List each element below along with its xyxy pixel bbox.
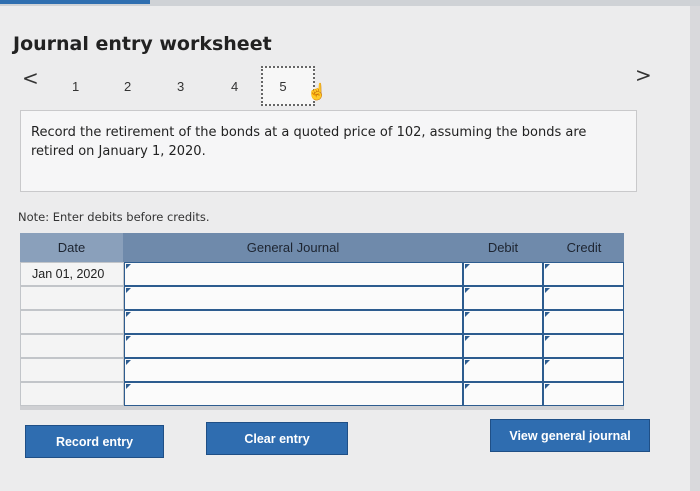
header-credit: Credit bbox=[566, 240, 602, 255]
view-general-journal-button[interactable]: View general journal bbox=[490, 419, 650, 452]
date-cell bbox=[20, 334, 124, 358]
table-row bbox=[20, 286, 624, 310]
credit-input[interactable] bbox=[543, 262, 624, 286]
hand-pointer-icon: ☝ bbox=[307, 84, 327, 101]
account-input[interactable] bbox=[124, 286, 463, 310]
dropdown-marker-icon bbox=[465, 384, 470, 389]
date-cell bbox=[20, 310, 124, 334]
dropdown-marker-icon bbox=[545, 336, 550, 341]
account-input[interactable] bbox=[124, 262, 463, 286]
date-cell bbox=[20, 286, 124, 310]
step-3[interactable]: 3 bbox=[177, 79, 184, 94]
dropdown-marker-icon bbox=[545, 360, 550, 365]
credit-input[interactable] bbox=[543, 334, 624, 358]
dropdown-marker-icon bbox=[545, 288, 550, 293]
dropdown-marker-icon bbox=[465, 336, 470, 341]
dropdown-marker-icon bbox=[126, 264, 131, 269]
credit-input[interactable] bbox=[543, 286, 624, 310]
credit-input[interactable] bbox=[543, 310, 624, 334]
dropdown-marker-icon bbox=[126, 384, 131, 389]
credit-input[interactable] bbox=[543, 358, 624, 382]
date-cell bbox=[20, 358, 124, 382]
instruction-box: Record the retirement of the bonds at a … bbox=[20, 110, 637, 192]
account-input[interactable] bbox=[124, 358, 463, 382]
dropdown-marker-icon bbox=[126, 312, 131, 317]
dropdown-marker-icon bbox=[465, 264, 470, 269]
journal-table: Date General Journal Debit Credit Jan 01… bbox=[20, 233, 624, 410]
clear-entry-button[interactable]: Clear entry bbox=[206, 422, 348, 455]
table-row: Jan 01, 2020 bbox=[20, 262, 624, 286]
dropdown-marker-icon bbox=[126, 336, 131, 341]
chevron-right-icon[interactable]: > bbox=[635, 63, 652, 87]
step-2[interactable]: 2 bbox=[124, 79, 131, 94]
top-accent-bar bbox=[0, 0, 150, 4]
account-input[interactable] bbox=[124, 382, 463, 406]
note-text: Note: Enter debits before credits. bbox=[18, 210, 210, 224]
instruction-text: Record the retirement of the bonds at a … bbox=[31, 125, 587, 159]
header-date: Date bbox=[20, 233, 123, 262]
chevron-left-icon[interactable]: < bbox=[22, 66, 39, 90]
table-row bbox=[20, 358, 624, 382]
dropdown-marker-icon bbox=[465, 288, 470, 293]
account-input[interactable] bbox=[124, 334, 463, 358]
debit-input[interactable] bbox=[463, 286, 543, 310]
dropdown-marker-icon bbox=[126, 288, 131, 293]
dropdown-marker-icon bbox=[126, 360, 131, 365]
dropdown-marker-icon bbox=[545, 312, 550, 317]
date-cell: Jan 01, 2020 bbox=[20, 262, 124, 286]
debit-input[interactable] bbox=[463, 382, 543, 406]
account-input[interactable] bbox=[124, 310, 463, 334]
debit-input[interactable] bbox=[463, 334, 543, 358]
header-general-journal: General Journal bbox=[246, 240, 340, 255]
table-row bbox=[20, 310, 624, 334]
date-cell bbox=[20, 382, 124, 406]
table-row bbox=[20, 382, 624, 406]
page-title: Journal entry worksheet bbox=[13, 33, 272, 55]
dropdown-marker-icon bbox=[465, 312, 470, 317]
debit-input[interactable] bbox=[463, 262, 543, 286]
dropdown-marker-icon bbox=[545, 384, 550, 389]
dropdown-marker-icon bbox=[545, 264, 550, 269]
step-4[interactable]: 4 bbox=[231, 79, 238, 94]
step-5-label: 5 bbox=[279, 78, 287, 94]
dropdown-marker-icon bbox=[465, 360, 470, 365]
table-row bbox=[20, 334, 624, 358]
step-1[interactable]: 1 bbox=[72, 79, 79, 94]
debit-input[interactable] bbox=[463, 310, 543, 334]
credit-input[interactable] bbox=[543, 382, 624, 406]
record-entry-button[interactable]: Record entry bbox=[25, 425, 164, 458]
debit-input[interactable] bbox=[463, 358, 543, 382]
table-header: Date General Journal Debit Credit bbox=[20, 233, 624, 262]
header-debit: Debit bbox=[487, 240, 519, 255]
